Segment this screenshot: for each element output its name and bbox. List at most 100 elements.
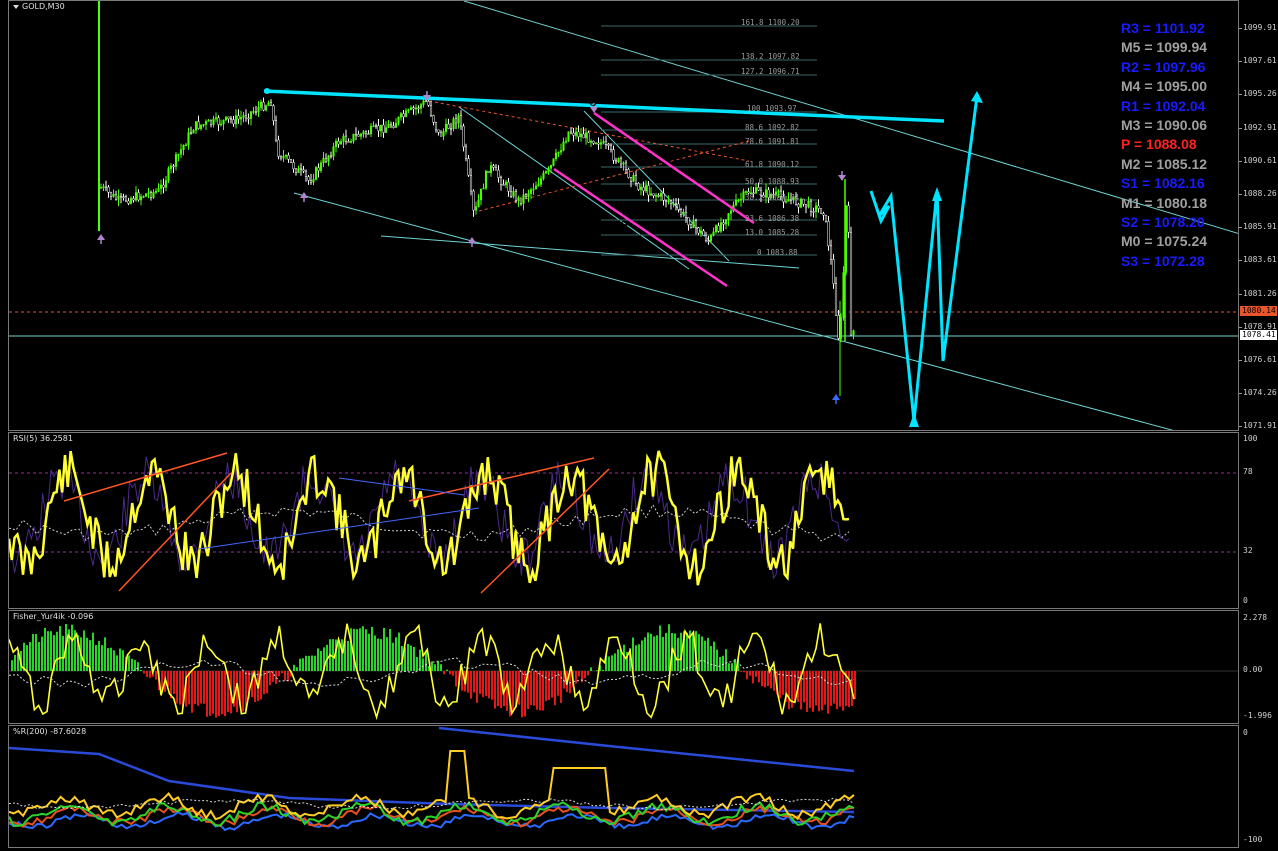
fisher-histogram-bar [224, 671, 226, 717]
candle-body [204, 121, 208, 125]
williams-r-pane[interactable]: %R(200) -87.6028 [8, 725, 1239, 848]
fisher-histogram-bar [842, 671, 844, 711]
fisher-histogram-bar [278, 671, 280, 677]
candle-body [497, 169, 500, 178]
wave-label: ii [423, 49, 430, 66]
forecast-arrowhead [909, 413, 919, 427]
candle-body [654, 195, 658, 197]
candle-body [432, 115, 435, 123]
fisher-histogram-bar [614, 653, 616, 671]
fisher-histogram-bar [362, 626, 364, 671]
fib-label: 50.0 1088.93 [745, 177, 800, 186]
candle-body [129, 198, 133, 204]
fisher-histogram-bar [308, 655, 310, 671]
fisher-histogram-bar [359, 628, 361, 671]
fisher-histogram-bar [752, 671, 754, 684]
candle-body [219, 123, 223, 126]
fisher-histogram-bar [668, 624, 670, 671]
price-axis[interactable]: 1080.14 1078.41 1099.91 1097.61 1095.26 109… [1239, 0, 1278, 431]
fisher-histogram-bar [815, 671, 817, 706]
fisher-histogram-bar [113, 650, 115, 671]
bid-price-tag: 1078.41 [1240, 330, 1277, 340]
fisher-tick: 0.00 [1243, 665, 1263, 674]
candle-body [277, 139, 280, 157]
wave-label: a [109, 123, 118, 140]
fisher-histogram-bar [638, 644, 640, 671]
candle-body [587, 132, 590, 143]
price-tick-label: 1092.91 [1243, 122, 1277, 132]
candle-body [612, 149, 615, 161]
candle-body [734, 199, 738, 206]
candle-body [574, 131, 578, 136]
williams-r-canvas[interactable] [9, 726, 1239, 848]
fisher-histogram-bar [530, 671, 532, 705]
candle-body [624, 162, 628, 170]
price-chart-pane[interactable]: GOLD,M30 161.8 1100.20 138.2 1097.82 127… [8, 0, 1239, 431]
fib-label: 61.8 1090.12 [745, 160, 800, 169]
candle-body [619, 158, 623, 165]
fisher-histogram-bar [779, 671, 781, 699]
rsi-tick: 100 [1243, 434, 1258, 443]
candle-body [377, 125, 380, 132]
pivot-level: R1 = 1092.04 [1121, 97, 1206, 114]
candle-body [209, 119, 213, 125]
fisher-histogram-bar [368, 633, 370, 671]
candle-body [287, 155, 290, 160]
fisher-histogram-bar [521, 671, 523, 718]
fisher-histogram-bar [839, 671, 841, 707]
candle-body [492, 165, 495, 168]
fisher-pane[interactable]: Fisher_Yur4ik -0.096 [8, 610, 1239, 724]
channel-lower-line [293, 192, 1174, 430]
candle-body [827, 221, 830, 247]
candle-body [259, 101, 263, 108]
fisher-histogram-bar [209, 671, 211, 716]
fisher-histogram-bar [824, 671, 826, 705]
candle-body [202, 124, 205, 126]
wave-label: b [645, 148, 654, 165]
candle-body [712, 231, 715, 236]
candle-body [417, 107, 420, 110]
fisher-histogram-bar [416, 657, 418, 671]
fisher-canvas[interactable] [9, 611, 1239, 724]
fisher-tick: 2.278 [1243, 613, 1268, 622]
price-tick-label: 1090.61 [1243, 155, 1277, 165]
wpr-long-line [438, 726, 855, 773]
candle-body [577, 131, 580, 137]
candle-body [164, 180, 168, 188]
candle-body [534, 185, 538, 190]
candle-body [692, 220, 695, 228]
pivot-levels: R3 = 1101.92 M5 = 1099.94 R2 = 1097.96 M4 =… [1121, 19, 1207, 271]
fisher-histogram-bar [641, 640, 643, 671]
fisher-histogram-bar [56, 631, 58, 671]
candle-body [572, 132, 575, 136]
candle-body [99, 187, 103, 189]
candle-body [569, 131, 573, 134]
candle-body [834, 283, 838, 316]
rsi-canvas[interactable] [9, 433, 1239, 609]
pivot-level: S1 = 1082.16 [1121, 175, 1205, 192]
candle-body [852, 330, 855, 336]
fisher-histogram-bar [122, 650, 124, 671]
candle-body [554, 152, 558, 160]
rsi-pane[interactable]: RSI(5) 36.2581 [8, 432, 1239, 609]
candle-body [172, 165, 175, 168]
candle-body [324, 158, 328, 162]
candle-body [384, 127, 388, 133]
fisher-histogram-bar [311, 655, 313, 671]
fib-label: 127.2 1096.71 [741, 67, 800, 76]
fisher-histogram-bar [491, 671, 493, 700]
candle-body [562, 141, 565, 151]
candle-body [494, 167, 498, 171]
candle-body [244, 115, 248, 119]
fisher-histogram-bar [497, 671, 499, 707]
trendline-anchor [264, 88, 270, 94]
fisher-histogram-bar [713, 641, 715, 671]
fisher-histogram-bar [452, 671, 454, 676]
candle-body [337, 140, 340, 145]
chevron-down-icon[interactable] [13, 4, 19, 9]
price-tick-mark [1239, 61, 1242, 63]
candle-body [229, 118, 233, 120]
candle-body [352, 133, 355, 142]
candle-body [707, 240, 710, 242]
fisher-histogram-bar [431, 661, 433, 671]
